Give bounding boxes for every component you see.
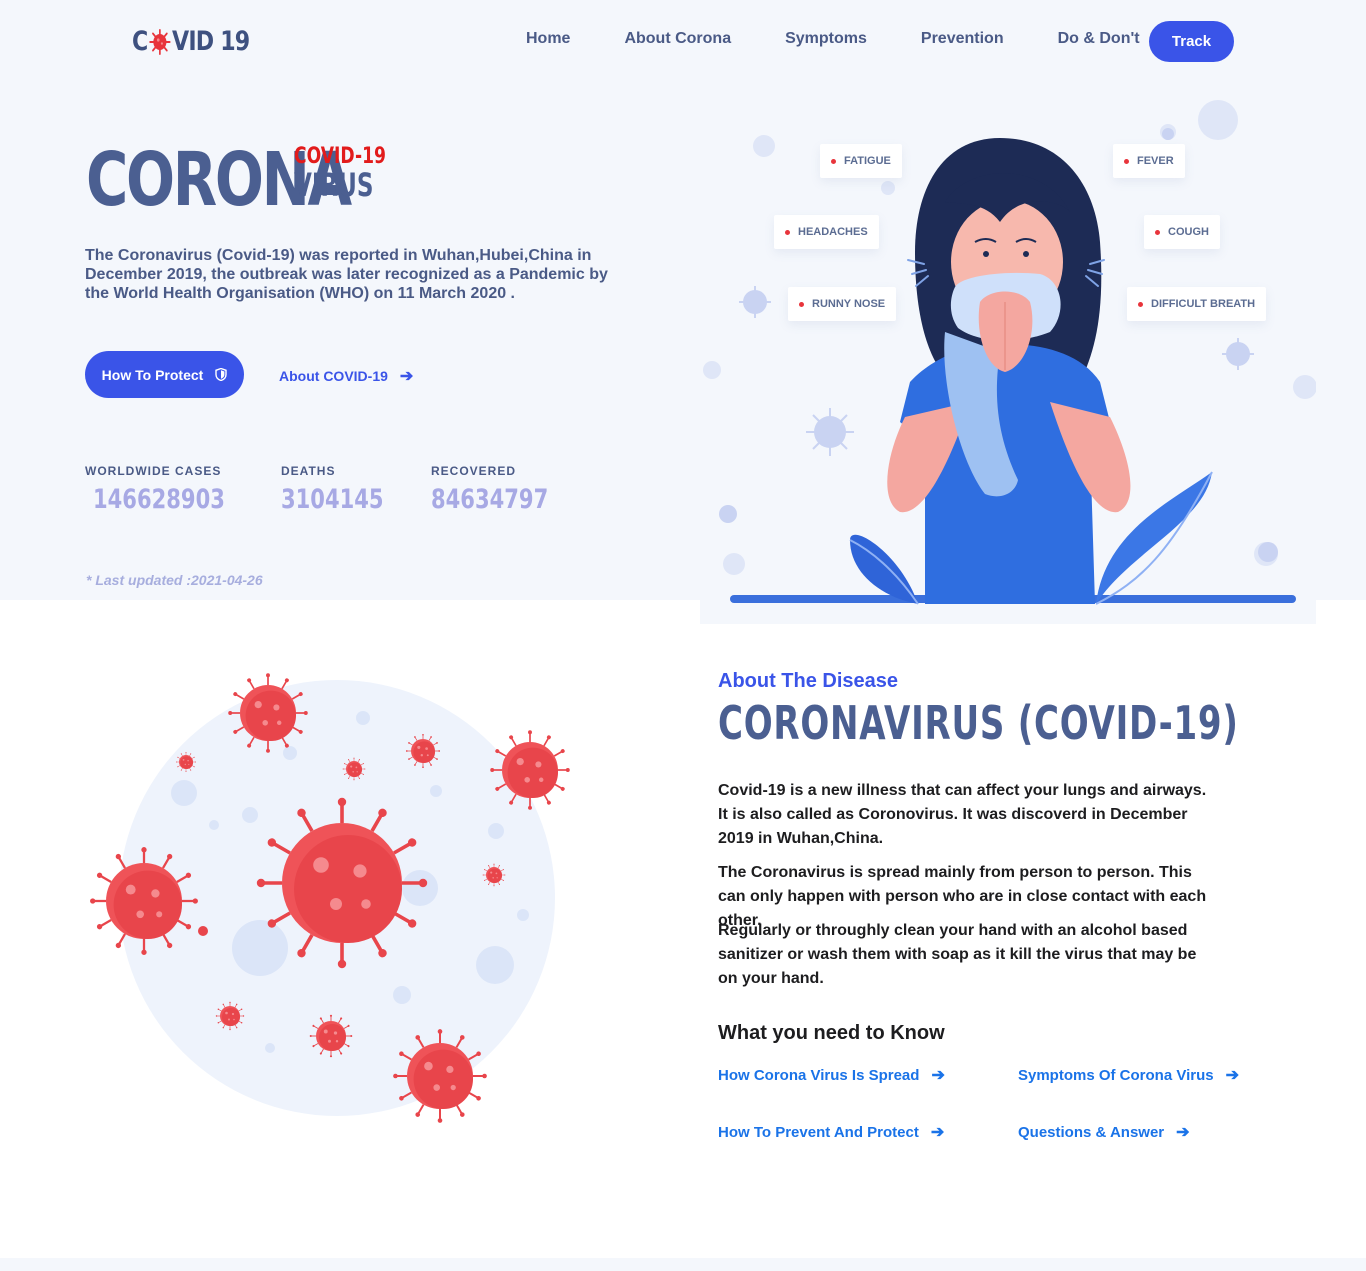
red-dot-icon: [1155, 229, 1160, 235]
arrow-right-icon: ➔: [931, 1067, 945, 1084]
link-how-spread[interactable]: How Corona Virus Is Spread ➔: [718, 1065, 945, 1085]
symptom-headaches: HEADACHES: [774, 215, 879, 249]
red-dot-icon: [785, 229, 790, 235]
symptom-label: RUNNY NOSE: [812, 298, 886, 310]
main-nav: Home About Corona Symptoms Prevention Do…: [526, 30, 1140, 48]
symptom-label: FATIGUE: [844, 155, 891, 167]
virus-logo-icon: [149, 28, 171, 55]
how-to-protect-button[interactable]: How To Protect: [85, 351, 244, 398]
nav-prevention[interactable]: Prevention: [921, 30, 1004, 48]
logo-text-left: C: [132, 26, 148, 57]
protect-button-label: How To Protect: [101, 366, 204, 383]
red-dot-icon: [799, 301, 804, 307]
link-symptoms[interactable]: Symptoms Of Corona Virus ➔: [1018, 1065, 1239, 1085]
hero-description: The Coronavirus (Covid-19) was reported …: [85, 247, 608, 302]
know-link-label: Questions & Answer: [1018, 1123, 1165, 1141]
nav-about-corona[interactable]: About Corona: [624, 30, 731, 48]
hero-title: CORONA COVID-19 VIRUS: [86, 138, 412, 222]
about-paragraph: Covid-19 is a new illness that can affec…: [718, 782, 1207, 847]
about-covid-link[interactable]: About COVID-19 ➔: [279, 366, 413, 386]
stat-recovered: RECOVERED 84634797: [431, 464, 581, 515]
link-questions-answer[interactable]: Questions & Answer ➔: [1018, 1122, 1190, 1142]
footer-strip: [0, 1258, 1366, 1271]
stat-label: WORLDWIDE CASES: [85, 464, 222, 478]
navbar: C VID 19 Home About Corona Symptoms Prev…: [0, 0, 1366, 82]
hero-title-side: COVID-19 VIRUS: [294, 138, 412, 204]
symptom-difficult-breath: DIFFICULT BREATH: [1127, 287, 1267, 321]
know-title: What you need to Know: [718, 1022, 945, 1044]
hero-title-tag: COVID-19: [294, 144, 386, 169]
symptom-fatigue: FATIGUE: [820, 144, 902, 178]
logo-text-right: VID 19: [172, 26, 250, 57]
shield-icon: [215, 368, 228, 381]
hero-title-sub: VIRUS: [294, 166, 374, 204]
arrow-right-icon: ➔: [1225, 1067, 1239, 1084]
know-link-label: How Corona Virus Is Spread: [718, 1066, 920, 1084]
arrow-right-icon: ➔: [930, 1124, 945, 1141]
symptom-cough: COUGH: [1144, 215, 1220, 249]
stat-label: DEATHS: [281, 464, 336, 478]
nav-do-dont[interactable]: Do & Don't: [1058, 30, 1140, 48]
site-logo[interactable]: C VID 19: [132, 26, 250, 57]
know-link-label: Symptoms Of Corona Virus: [1018, 1066, 1214, 1084]
red-dot-icon: [1138, 301, 1143, 307]
nav-symptoms[interactable]: Symptoms: [785, 30, 867, 48]
arrow-right-icon: ➔: [1176, 1124, 1190, 1141]
symptom-runny-nose: RUNNY NOSE: [788, 287, 897, 321]
stat-value: 146628903: [93, 484, 225, 515]
symptoms-illustration: FATIGUE FEVER HEADACHES COUGH RUNNY NOSE…: [700, 82, 1317, 624]
about-title: CORONAVIRUS (COVID-19): [718, 696, 1239, 750]
know-link-label: How To Prevent And Protect: [718, 1123, 919, 1141]
arrow-right-icon: ➔: [399, 368, 414, 385]
virus-cluster-illustration: [80, 665, 580, 1135]
hero-title-main: CORONA: [86, 137, 352, 223]
red-dot-icon: [831, 158, 836, 164]
stat-value: 3104145: [281, 484, 384, 515]
track-button[interactable]: Track: [1149, 21, 1234, 62]
last-updated: * Last updated :2021-04-26: [86, 572, 263, 588]
symptom-fever: FEVER: [1113, 144, 1185, 178]
stat-label: RECOVERED: [431, 464, 517, 478]
red-dot-icon: [1124, 158, 1129, 164]
about-paragraph: Regularly or throughly clean your hand w…: [718, 922, 1197, 987]
stat-deaths: DEATHS 3104145: [281, 464, 413, 515]
woman-coughing-illustration: [703, 100, 1317, 605]
nav-home[interactable]: Home: [526, 30, 570, 48]
about-eyebrow: About The Disease: [718, 670, 899, 692]
symptom-label: COUGH: [1168, 226, 1209, 238]
symptom-label: DIFFICULT BREATH: [1151, 298, 1256, 310]
symptom-label: FEVER: [1137, 155, 1174, 167]
about-covid-link-label: About COVID-19: [279, 368, 388, 384]
link-prevent-protect[interactable]: How To Prevent And Protect ➔: [718, 1122, 944, 1142]
symptom-label: HEADACHES: [798, 226, 868, 238]
stat-worldwide-cases: WORLDWIDE CASES 146628903: [85, 464, 262, 515]
stat-value: 84634797: [431, 484, 549, 515]
